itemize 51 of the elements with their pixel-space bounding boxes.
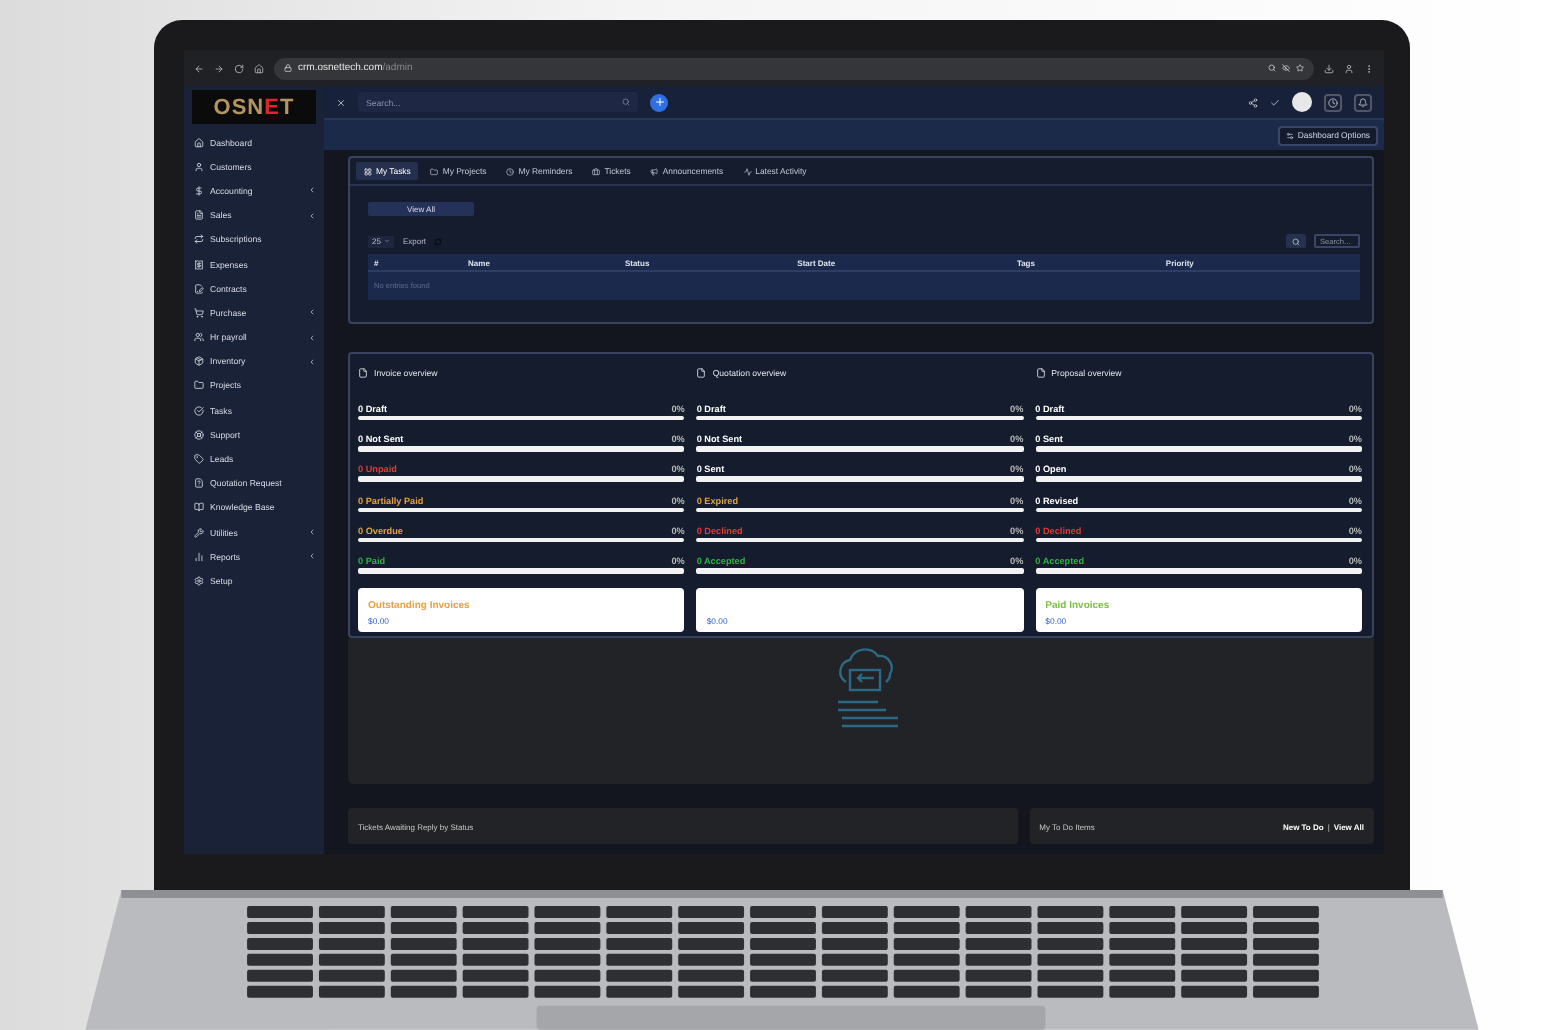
search-button[interactable]: [1286, 234, 1306, 248]
menu-item-icon: [194, 307, 204, 318]
menu-item-icon: [194, 575, 204, 586]
plus-icon: [653, 96, 665, 108]
tab-icon: [364, 167, 372, 175]
back-icon: [194, 63, 204, 73]
menu-item-icon: [194, 454, 204, 465]
tab-icon: [506, 167, 515, 175]
reload-icon: [234, 63, 244, 73]
timer-button[interactable]: [1324, 93, 1342, 111]
menu-item-icon: [194, 210, 204, 221]
menu-item-icon: [194, 380, 204, 391]
tab-icon: [430, 167, 439, 175]
menu-item-icon: [194, 185, 204, 196]
avatar[interactable]: [1292, 92, 1312, 112]
menu-item-icon: [194, 502, 204, 513]
menu-item-icon: [194, 332, 204, 343]
menu-item-icon: [194, 429, 204, 440]
logo: OSNET: [192, 90, 316, 124]
menu-item-icon: [194, 234, 204, 245]
menu-item-icon: [194, 405, 204, 416]
menu-item-icon: [194, 527, 204, 538]
notifications-button[interactable]: [1354, 93, 1372, 111]
lock-icon: [284, 64, 292, 72]
menu-item-icon: [194, 259, 204, 270]
clock-icon: [1328, 97, 1338, 107]
menu-item-icon: [194, 137, 204, 148]
bell-icon: [1358, 97, 1368, 107]
search-icon: [1268, 64, 1276, 72]
search-icon: [622, 98, 630, 106]
download-icon: [1324, 63, 1334, 73]
document-icon: [358, 368, 368, 378]
document-icon: [696, 368, 707, 378]
star-icon: [1296, 64, 1304, 72]
home-icon: [254, 63, 264, 73]
add-button[interactable]: [650, 93, 668, 111]
tab-icon: [650, 167, 659, 175]
menu-item-icon: [194, 356, 204, 367]
tab-icon: [592, 167, 601, 175]
search-icon: [1292, 237, 1300, 245]
check-icon: [1270, 97, 1280, 107]
forward-icon: [214, 63, 224, 73]
share-icon: [1248, 97, 1258, 107]
menu-item-icon: [194, 551, 204, 562]
eye-off-icon: [1282, 64, 1290, 72]
menu-item-icon: [194, 478, 204, 489]
menu-item-icon: [194, 161, 204, 172]
tab-icon: [743, 167, 752, 175]
menu-item-icon: [194, 283, 204, 294]
profile-icon: [1344, 63, 1354, 73]
document-icon: [1035, 368, 1046, 378]
